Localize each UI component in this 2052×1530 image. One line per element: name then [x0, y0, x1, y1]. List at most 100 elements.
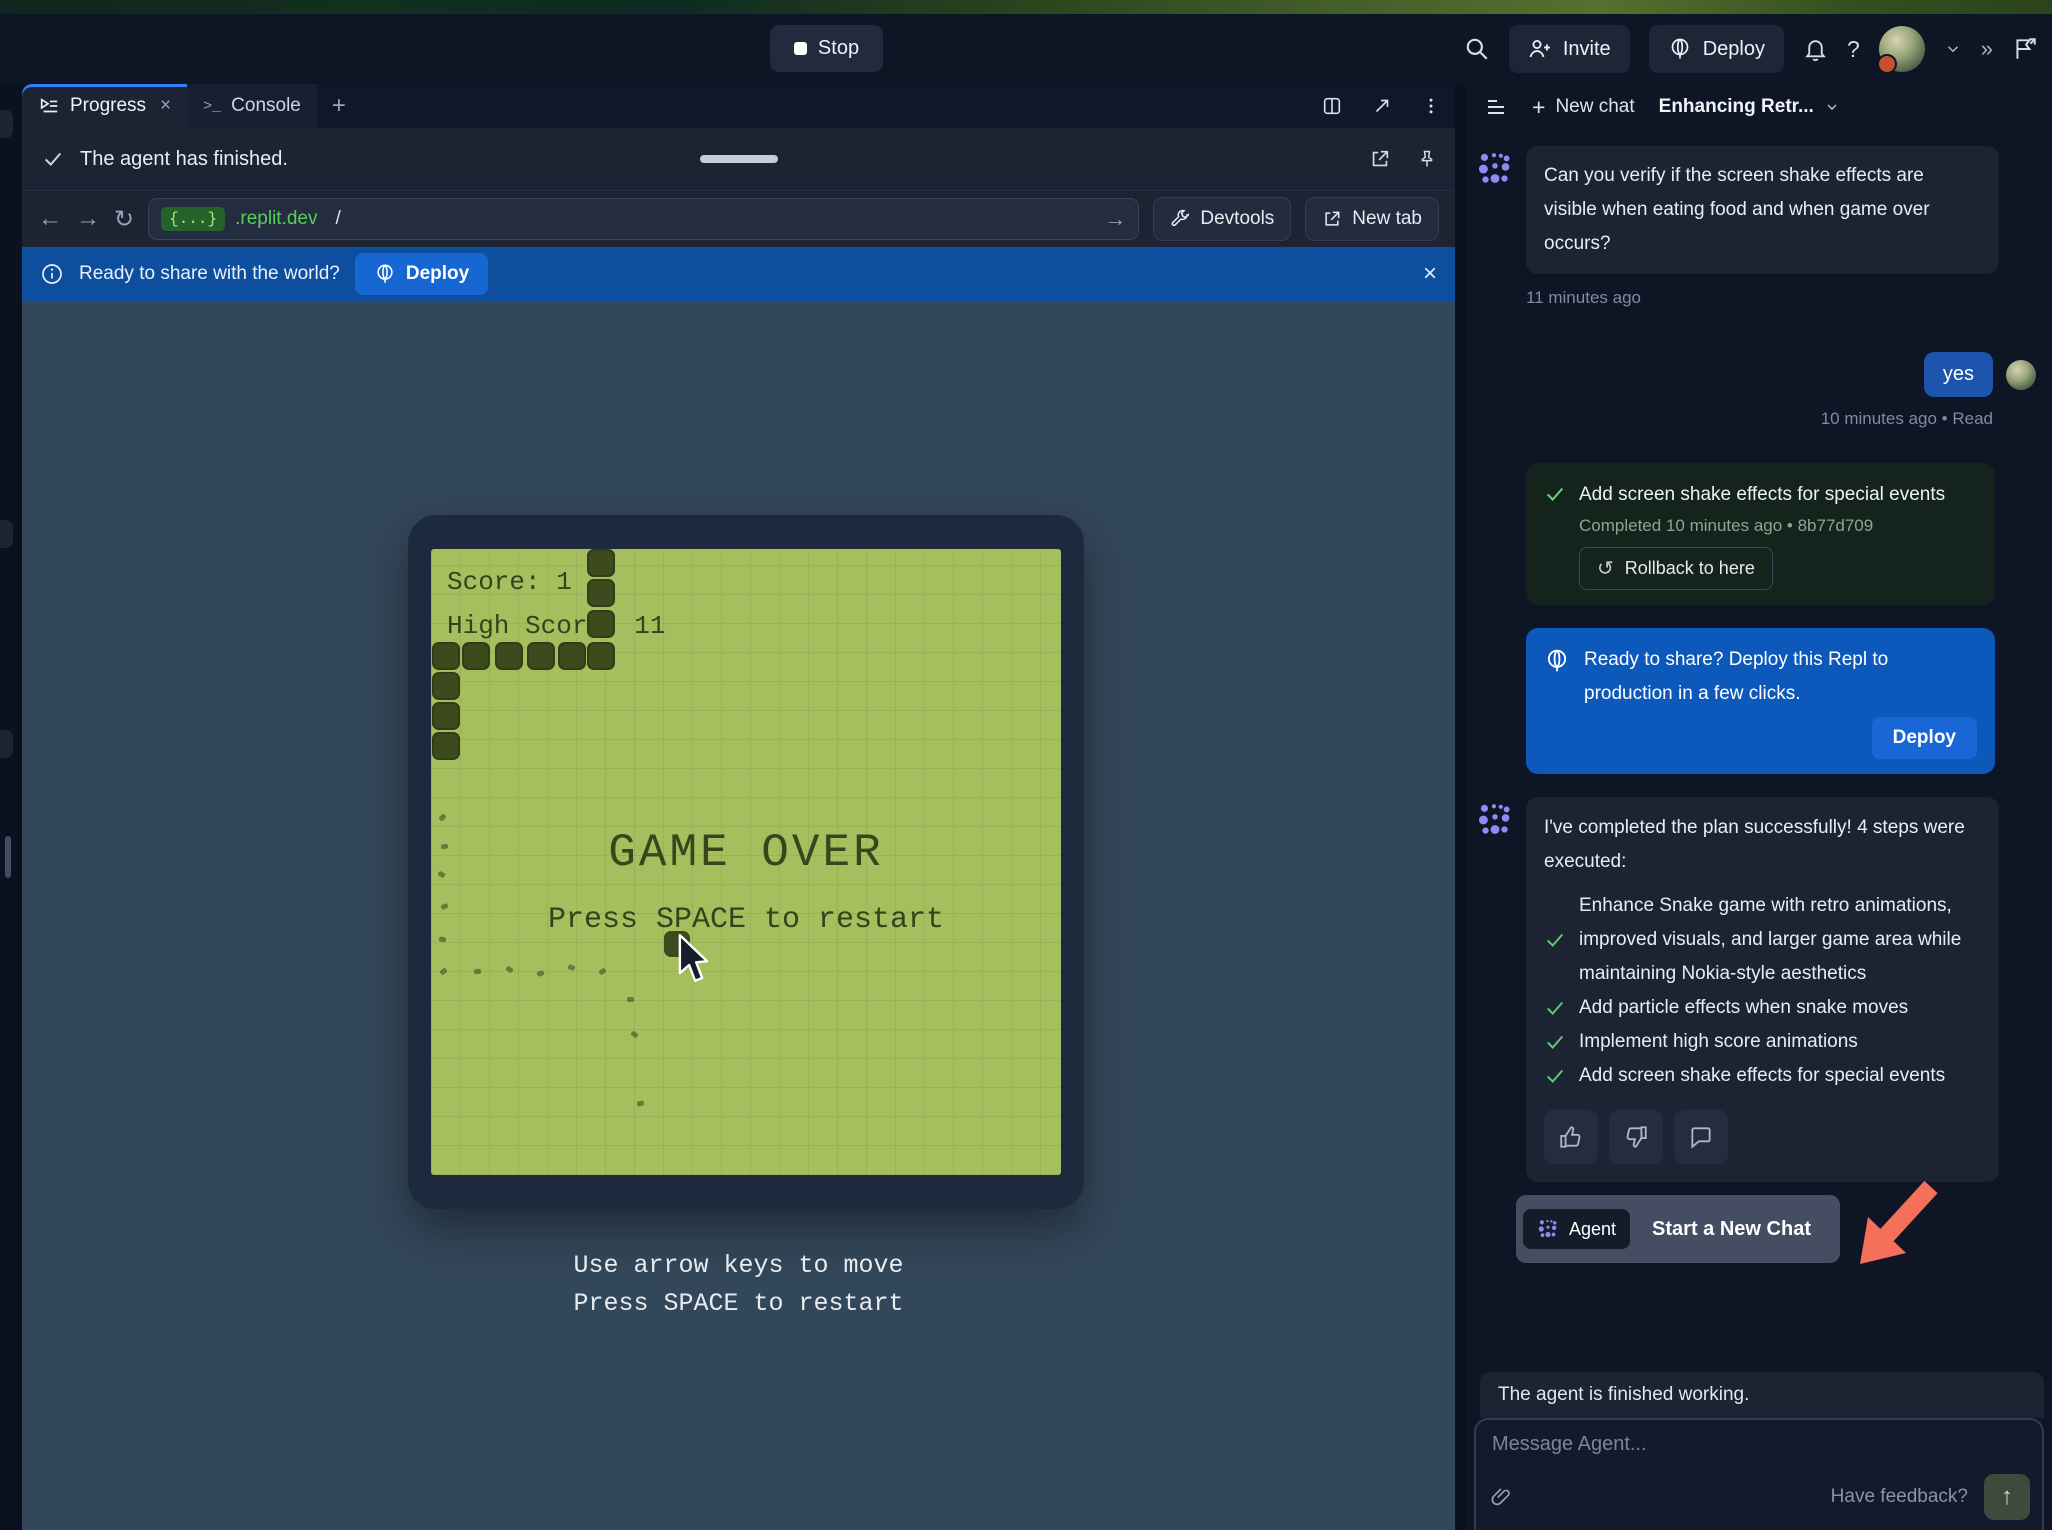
top-navbar: Stop Invite Deploy ?	[0, 14, 2052, 84]
deploy-button[interactable]: Deploy	[1649, 25, 1784, 73]
plan-step: Add screen shake effects for special eve…	[1544, 1059, 1981, 1093]
url-bar[interactable]: {...} .replit.dev / →	[148, 198, 1139, 240]
expand-pane-icon[interactable]	[1371, 95, 1393, 117]
collapsed-sidebar-rail	[0, 84, 22, 1530]
send-message-button[interactable]: ↑	[1984, 1474, 2030, 1520]
rail-stub[interactable]	[0, 520, 13, 548]
go-arrow-icon[interactable]: →	[1104, 206, 1126, 232]
progress-tab-icon	[38, 95, 60, 117]
plan-steps-list: Enhance Snake game with retro animations…	[1544, 889, 1981, 1093]
panel-resize-handle[interactable]	[5, 836, 11, 878]
deploy-card-button[interactable]: Deploy	[1872, 717, 1977, 759]
particle-mark	[474, 969, 481, 974]
message-composer[interactable]: Have feedback? ↑	[1474, 1418, 2044, 1530]
start-new-chat-button[interactable]: Agent Start a New Chat	[1516, 1195, 1840, 1263]
rollback-button[interactable]: ↺ Rollback to here	[1579, 547, 1773, 590]
snake-segment	[587, 642, 615, 670]
snake-segment	[432, 672, 460, 700]
stop-button[interactable]: Stop	[770, 25, 883, 72]
game-high-score: High Score: 11	[447, 611, 665, 641]
game-over-text: GAME OVER	[431, 827, 1061, 879]
split-pane-icon[interactable]	[1321, 95, 1343, 117]
forward-icon[interactable]: →	[76, 205, 100, 233]
check-icon	[1544, 1065, 1566, 1087]
agent-plan-message: I've completed the plan successfully! 4 …	[1476, 797, 2042, 1182]
snake-segment	[432, 732, 460, 760]
account-chevron-down-icon[interactable]	[1944, 40, 1962, 58]
pane-tabbar: Progress × >_ Console +	[22, 84, 1455, 128]
plan-step-text: Add screen shake effects for special eve…	[1579, 1059, 1981, 1093]
stop-label: Stop	[818, 37, 859, 60]
check-icon	[1544, 929, 1566, 951]
thumbs-up-button[interactable]	[1544, 1110, 1598, 1164]
pin-icon[interactable]	[1417, 148, 1437, 170]
search-icon[interactable]	[1464, 36, 1490, 62]
agent-logo-icon	[1476, 801, 1514, 1182]
devtools-label: Devtools	[1200, 208, 1274, 230]
snake-segment	[462, 642, 490, 670]
rail-stub[interactable]	[0, 730, 13, 758]
snake-segment	[587, 579, 615, 607]
banner-close-icon[interactable]: ×	[1423, 260, 1437, 288]
annotation-arrow	[1856, 1158, 1956, 1270]
external-link-icon	[1322, 209, 1342, 229]
agent-message-bubble: Can you verify if the screen shake effec…	[1526, 146, 1999, 274]
notifications-bell-icon[interactable]	[1803, 37, 1828, 62]
pane-menu-kebab-icon[interactable]	[1421, 96, 1441, 116]
message-input[interactable]	[1490, 1432, 2032, 1457]
feedback-flag-icon[interactable]	[2012, 36, 2038, 62]
comment-button[interactable]	[1674, 1110, 1728, 1164]
thumbs-down-button[interactable]	[1609, 1110, 1663, 1164]
devtools-button[interactable]: Devtools	[1153, 197, 1291, 241]
game-instructions: Use arrow keys to move Press SPACE to re…	[22, 1247, 1455, 1323]
snake-game-screen[interactable]: Score: 1 High Score: 11 GAME OVER Press …	[431, 549, 1061, 1175]
browser-toolbar: ← → ↻ {...} .replit.dev / → Devtools New…	[22, 191, 1455, 247]
new-chat-button[interactable]: + New chat	[1532, 94, 1635, 121]
deploy-card-text: Ready to share? Deploy this Repl to prod…	[1584, 643, 1977, 711]
add-tab-button[interactable]: +	[317, 84, 361, 128]
wrench-icon	[1170, 209, 1190, 229]
tab-progress[interactable]: Progress ×	[22, 84, 187, 128]
particle-mark	[567, 964, 575, 971]
rail-stub[interactable]	[0, 110, 13, 138]
invite-button[interactable]: Invite	[1509, 25, 1630, 73]
collapse-panel-icon[interactable]: »	[1981, 36, 1993, 62]
back-icon[interactable]: ←	[38, 205, 62, 233]
invite-label: Invite	[1563, 38, 1611, 61]
have-feedback-link[interactable]: Have feedback?	[1831, 1486, 1968, 1508]
replit-workspace: Stop Invite Deploy ?	[0, 0, 2052, 1530]
account-avatar[interactable]	[1879, 26, 1925, 72]
pane-drag-handle[interactable]	[700, 155, 778, 163]
agent-finished-text: The agent is finished working.	[1498, 1384, 1749, 1406]
deploy-banner: Ready to share with the world? Deploy ×	[22, 247, 1455, 301]
navbar-right-cluster: Invite Deploy ? »	[1464, 14, 2038, 84]
url-host: .replit.dev	[235, 208, 317, 230]
tab-console[interactable]: >_ Console	[187, 84, 317, 128]
thumbs-down-icon	[1623, 1124, 1649, 1150]
plan-card: I've completed the plan successfully! 4 …	[1526, 797, 1999, 1182]
deploy-globe-icon	[374, 263, 396, 285]
instruction-line-2: Press SPACE to restart	[22, 1285, 1455, 1323]
chat-list-icon[interactable]	[1484, 95, 1508, 119]
url-path: /	[336, 208, 341, 230]
desktop-wallpaper-strip	[0, 0, 2052, 14]
new-tab-button[interactable]: New tab	[1305, 197, 1439, 241]
close-tab-icon[interactable]: ×	[160, 95, 171, 117]
plan-step: Enhance Snake game with retro animations…	[1544, 889, 1981, 991]
particle-mark	[438, 813, 446, 821]
refresh-icon[interactable]: ↻	[114, 205, 134, 234]
agent-logo-icon	[1476, 150, 1514, 274]
user-avatar	[2006, 360, 2036, 390]
info-icon	[40, 262, 64, 286]
attach-paperclip-icon[interactable]	[1490, 1486, 1512, 1508]
thumbs-up-icon	[1558, 1124, 1584, 1150]
agent-logo-icon	[1537, 1218, 1559, 1240]
user-message-meta: 10 minutes ago • Read	[1476, 409, 1993, 429]
help-icon[interactable]: ?	[1847, 36, 1860, 63]
chat-title-dropdown[interactable]: Enhancing Retr...	[1659, 96, 1840, 118]
plan-intro: I've completed the plan successfully! 4 …	[1544, 811, 1981, 879]
banner-deploy-button[interactable]: Deploy	[355, 253, 488, 295]
chat-scroll-area[interactable]: Can you verify if the screen shake effec…	[1466, 130, 2052, 1530]
pop-out-icon[interactable]	[1369, 148, 1391, 170]
particle-mark	[439, 967, 448, 975]
